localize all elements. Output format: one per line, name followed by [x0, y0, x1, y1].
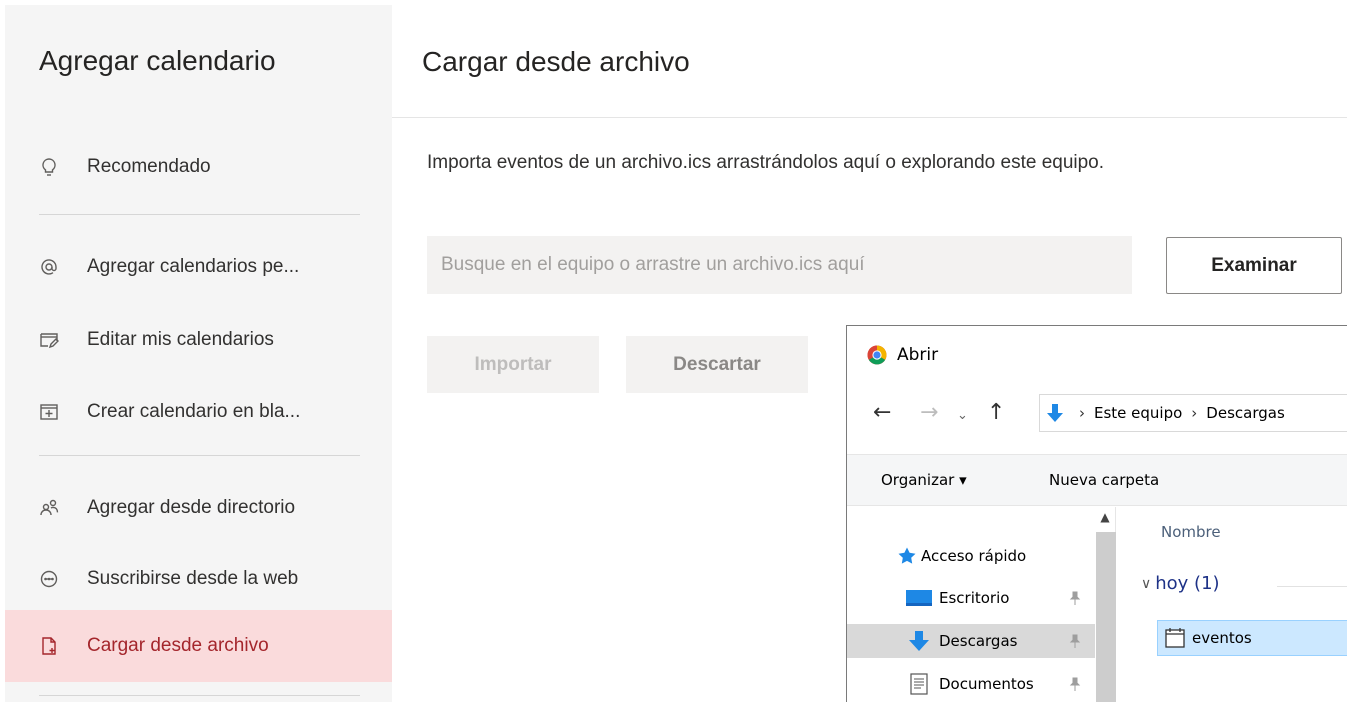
- download-folder-icon: [905, 630, 933, 652]
- lightbulb-icon: [39, 157, 59, 177]
- sidebar-item-label: Editar mis calendarios: [87, 329, 274, 350]
- tree-item-label: Documentos: [939, 675, 1034, 693]
- sidebar-item-label: Suscribirse desde la web: [87, 568, 299, 589]
- import-description: Importa eventos de un archivo.ics arrast…: [427, 152, 1105, 173]
- recent-dropdown-icon[interactable]: ⌄: [957, 403, 968, 429]
- sidebar-title: Agregar calendario: [39, 45, 276, 76]
- desktop-folder-icon: [905, 587, 933, 609]
- sidebar-item-create-blank[interactable]: Crear calendario en bla...: [5, 382, 392, 442]
- breadcrumb-downloads[interactable]: Descargas: [1206, 404, 1284, 422]
- pin-icon[interactable]: [1069, 677, 1081, 691]
- file-row-eventos[interactable]: eventos: [1157, 620, 1347, 656]
- sidebar-item-edit-calendars[interactable]: Editar mis calendarios: [5, 310, 392, 370]
- sidebar-separator: [39, 214, 360, 215]
- tree-item-downloads[interactable]: Descargas: [847, 624, 1095, 658]
- sidebar-item-label: Agregar calendarios pe...: [87, 256, 300, 277]
- breadcrumb-chevron-icon: ›: [1079, 404, 1085, 422]
- open-file-dialog: Abrir ← → ⌄ ↑ › Este equipo › Descargas …: [846, 325, 1347, 702]
- sidebar-item-directory[interactable]: Agregar desde directorio: [5, 478, 392, 538]
- scroll-up-icon[interactable]: ▲: [1095, 507, 1115, 527]
- browse-button[interactable]: Examinar: [1166, 237, 1342, 294]
- sidebar-item-label: Agregar desde directorio: [87, 497, 296, 518]
- sidebar-item-label: Crear calendario en bla...: [87, 401, 301, 422]
- sidebar-separator: [39, 455, 360, 456]
- sidebar-item-label: Cargar desde archivo: [87, 635, 269, 656]
- column-header-name[interactable]: Nombre: [1161, 523, 1221, 541]
- sidebar: Agregar calendario Recomendado Agregar c…: [5, 5, 392, 702]
- sidebar-separator: [39, 695, 360, 696]
- tree-item-documents[interactable]: Documentos: [847, 667, 1095, 701]
- sidebar-item-add-personal[interactable]: Agregar calendarios pe...: [5, 237, 392, 297]
- chrome-icon: [867, 345, 887, 365]
- file-group-header[interactable]: ∨ hoy (1): [1141, 573, 1220, 594]
- download-arrow-icon: [1047, 404, 1063, 422]
- header-divider: [392, 117, 1347, 118]
- tree-item-label: Escritorio: [939, 589, 1010, 607]
- tree-item-quick-access[interactable]: Acceso rápido: [847, 539, 1095, 573]
- people-icon: [39, 498, 59, 518]
- navigation-pane: ▲ Acceso rápido Escritorio Descargas Doc…: [847, 507, 1116, 702]
- up-arrow-icon[interactable]: ↑: [987, 400, 1005, 426]
- tree-item-label: Descargas: [939, 632, 1018, 650]
- import-button[interactable]: Importar: [427, 336, 599, 393]
- star-icon: [897, 545, 917, 567]
- dialog-title: Abrir: [897, 345, 939, 365]
- dialog-toolbar: Organizar ▾ Nueva carpeta: [847, 454, 1347, 506]
- dialog-titlebar: Abrir: [867, 345, 938, 365]
- at-icon: [39, 257, 59, 277]
- tree-item-desktop[interactable]: Escritorio: [847, 581, 1095, 615]
- address-bar[interactable]: › Este equipo › Descargas: [1039, 394, 1347, 432]
- pin-icon[interactable]: [1069, 591, 1081, 605]
- group-divider: [1277, 586, 1347, 587]
- add-calendar-icon: [39, 402, 59, 422]
- sidebar-item-upload-file[interactable]: Cargar desde archivo: [5, 610, 392, 682]
- collapse-chevron-icon: ∨: [1141, 575, 1152, 592]
- calendar-file-icon: [1165, 628, 1185, 648]
- forward-arrow-icon[interactable]: →: [920, 400, 938, 426]
- breadcrumb-this-pc[interactable]: Este equipo: [1094, 404, 1182, 422]
- scrollbar[interactable]: [1096, 532, 1116, 702]
- dialog-navigation: ← → ⌄ ↑ › Este equipo › Descargas: [847, 388, 1347, 438]
- link-icon: [39, 569, 59, 589]
- back-arrow-icon[interactable]: ←: [873, 400, 891, 426]
- file-list-pane: Nombre ∨ hoy (1) eventos: [1117, 507, 1347, 702]
- documents-folder-icon: [905, 673, 933, 695]
- file-path-input[interactable]: [427, 236, 1132, 294]
- sidebar-item-subscribe-web[interactable]: Suscribirse desde la web: [5, 549, 392, 609]
- edit-calendar-icon: [39, 330, 59, 350]
- sidebar-item-label: Recomendado: [87, 156, 211, 177]
- group-label: hoy (1): [1155, 573, 1220, 594]
- new-folder-button[interactable]: Nueva carpeta: [1049, 471, 1159, 489]
- breadcrumb-chevron-icon: ›: [1191, 404, 1198, 422]
- page-title: Cargar desde archivo: [422, 46, 690, 77]
- organize-menu[interactable]: Organizar ▾: [881, 471, 967, 489]
- discard-button[interactable]: Descartar: [626, 336, 808, 393]
- pin-icon[interactable]: [1069, 634, 1081, 648]
- upload-file-icon: [39, 636, 59, 656]
- tree-item-label: Acceso rápido: [921, 547, 1027, 565]
- sidebar-item-recommended[interactable]: Recomendado: [5, 137, 392, 197]
- file-name: eventos: [1192, 629, 1252, 647]
